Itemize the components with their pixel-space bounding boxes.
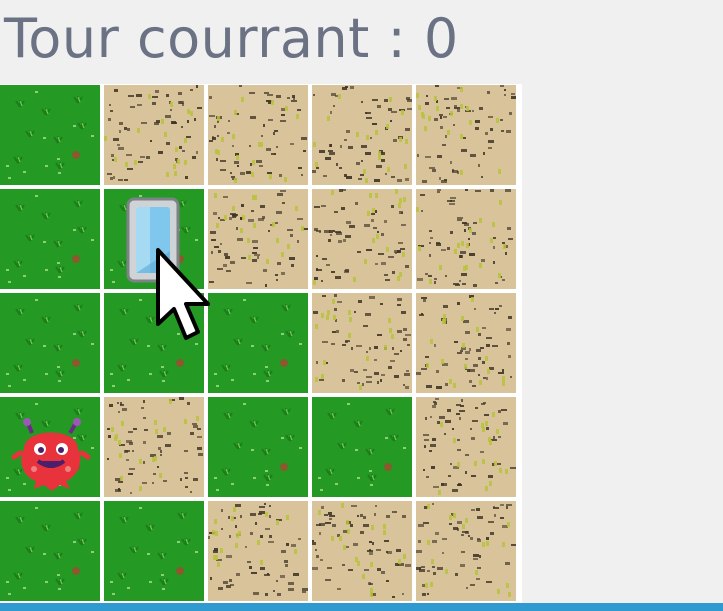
dirt-tile[interactable] bbox=[416, 85, 516, 185]
grass-tile[interactable] bbox=[104, 293, 204, 393]
grass-tile[interactable] bbox=[0, 293, 100, 393]
dirt-texture-icon bbox=[416, 189, 516, 289]
grass-texture-icon bbox=[0, 189, 100, 289]
dirt-texture-icon bbox=[104, 397, 204, 497]
dirt-texture-icon bbox=[416, 501, 516, 601]
grass-tile[interactable] bbox=[208, 397, 308, 497]
grass-tile[interactable] bbox=[0, 397, 100, 497]
grass-texture-icon bbox=[208, 397, 308, 497]
dirt-tile[interactable] bbox=[416, 189, 516, 289]
dirt-texture-icon bbox=[416, 85, 516, 185]
dirt-tile[interactable] bbox=[416, 501, 516, 601]
grass-texture-icon bbox=[0, 501, 100, 601]
grass-texture-icon bbox=[312, 397, 412, 497]
dirt-texture-icon bbox=[312, 501, 412, 601]
dirt-texture-icon bbox=[104, 85, 204, 185]
window-bottom-border bbox=[0, 603, 723, 611]
dirt-texture-icon bbox=[416, 397, 516, 497]
monster-icon[interactable] bbox=[0, 397, 100, 497]
dirt-tile[interactable] bbox=[312, 293, 412, 393]
dirt-tile[interactable] bbox=[104, 397, 204, 497]
door-icon[interactable] bbox=[104, 189, 204, 289]
turn-counter-label: Tour courrant : 0 bbox=[4, 7, 459, 70]
dirt-texture-icon bbox=[208, 501, 308, 601]
dirt-texture-icon bbox=[312, 85, 412, 185]
dirt-texture-icon bbox=[416, 293, 516, 393]
grass-texture-icon bbox=[0, 85, 100, 185]
dirt-texture-icon bbox=[208, 189, 308, 289]
dirt-texture-icon bbox=[208, 85, 308, 185]
grass-texture-icon bbox=[104, 501, 204, 601]
dirt-tile[interactable] bbox=[312, 85, 412, 185]
game-board[interactable] bbox=[0, 84, 522, 607]
grass-texture-icon bbox=[0, 293, 100, 393]
dirt-texture-icon bbox=[312, 189, 412, 289]
grass-tile[interactable] bbox=[104, 189, 204, 289]
grass-tile[interactable] bbox=[208, 293, 308, 393]
dirt-tile[interactable] bbox=[312, 501, 412, 601]
grass-tile[interactable] bbox=[0, 189, 100, 289]
dirt-tile[interactable] bbox=[104, 85, 204, 185]
dirt-texture-icon bbox=[312, 293, 412, 393]
dirt-tile[interactable] bbox=[208, 189, 308, 289]
dirt-tile[interactable] bbox=[416, 293, 516, 393]
dirt-tile[interactable] bbox=[208, 85, 308, 185]
grass-tile[interactable] bbox=[0, 85, 100, 185]
dirt-tile[interactable] bbox=[312, 189, 412, 289]
grass-tile[interactable] bbox=[0, 501, 100, 601]
grass-tile[interactable] bbox=[104, 501, 204, 601]
dirt-tile[interactable] bbox=[416, 397, 516, 497]
dirt-tile[interactable] bbox=[208, 501, 308, 601]
grass-texture-icon bbox=[104, 293, 204, 393]
grass-tile[interactable] bbox=[312, 397, 412, 497]
grass-texture-icon bbox=[208, 293, 308, 393]
game-window: Tour courrant : 0 bbox=[0, 0, 723, 611]
